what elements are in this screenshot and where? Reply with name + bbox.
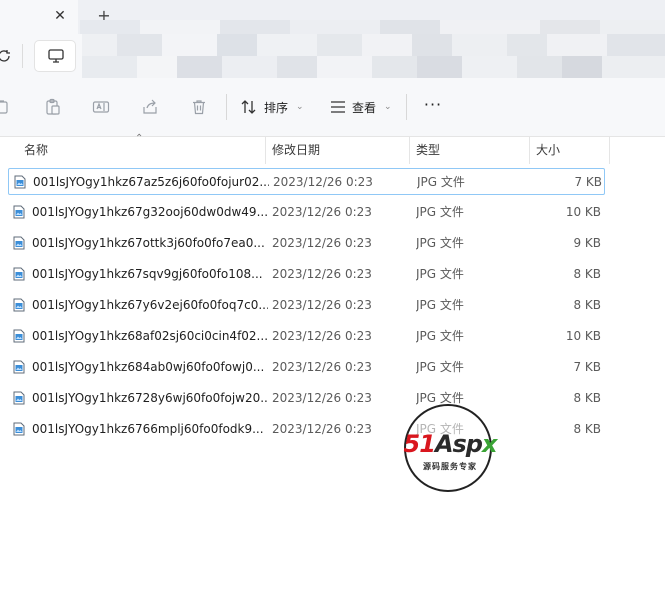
file-size: 8 KB [573,298,601,312]
file-date: 2023/12/26 0:23 [273,175,373,189]
sort-label: 排序 [264,100,289,115]
jpg-file-icon [13,236,25,250]
file-name: 001lsJYOgy1hkz67ottk3j60fo0fo7ea0... [32,236,265,250]
file-type: JPG 文件 [416,360,464,374]
view-button[interactable]: 查看 ⌄ [330,96,392,118]
column-divider[interactable] [609,136,610,164]
column-header-date[interactable]: 修改日期 [266,136,409,164]
jpg-file-icon [13,422,25,436]
sort-button[interactable]: 排序 ⌄ [240,96,304,118]
jpg-file-icon [13,205,25,219]
file-row[interactable]: 001lsJYOgy1hkz67g32ooj60dw0dw49... 2023/1… [8,199,605,226]
column-headers: ⌃ 名称 修改日期 类型 大小 [0,133,665,164]
command-separator [226,94,227,120]
view-list-icon [331,101,345,113]
file-date: 2023/12/26 0:23 [272,329,372,343]
refresh-icon[interactable] [0,48,12,64]
chevron-down-icon: ⌄ [296,102,304,112]
file-row[interactable]: 001lsJYOgy1hkz6766mplj60fo0fodk9... 2023/… [8,416,605,443]
file-row[interactable]: 001lsJYOgy1hkz67y6v2ej60fo0foq7c0... 2023… [8,292,605,319]
nav-separator [22,44,23,68]
file-date: 2023/12/26 0:23 [272,422,372,436]
share-icon[interactable] [141,98,159,116]
file-size: 8 KB [573,391,601,405]
jpg-file-icon [13,360,25,374]
file-row[interactable]: 001lsJYOgy1hkz6728y6wj60fo0fojw20... 2023… [8,385,605,412]
file-date: 2023/12/26 0:23 [272,391,372,405]
file-type: JPG 文件 [416,298,464,312]
file-type: JPG 文件 [416,329,464,343]
watermark-tagline: 源码服务专家 [423,462,477,471]
file-size: 7 KB [573,360,601,374]
copy-icon[interactable] [0,98,10,116]
jpg-file-icon [13,329,25,343]
file-date: 2023/12/26 0:23 [272,267,372,281]
file-name: 001lsJYOgy1hkz67az5z6j60fo0fojur02... [33,175,269,189]
monitor-icon [48,49,64,63]
rename-icon[interactable] [92,98,110,116]
file-row[interactable]: 001lsJYOgy1hkz68af02sj60ci0cin4f02... 202… [8,323,605,350]
blurred-region [80,20,665,34]
command-separator [406,94,407,120]
jpg-file-icon [14,175,26,189]
jpg-file-icon [13,391,25,405]
file-type: JPG 文件 [416,267,464,281]
tab-strip: ✕ + [0,0,665,34]
file-date: 2023/12/26 0:23 [272,360,372,374]
file-size: 7 KB [574,175,602,189]
file-row[interactable]: 001lsJYOgy1hkz684ab0wj60fo0fowj0... 2023/… [8,354,605,381]
file-size: 10 KB [565,329,601,343]
file-row[interactable]: 001lsJYOgy1hkz67az5z6j60fo0fojur02... 202… [8,168,605,195]
blurred-path-region [82,34,665,78]
file-size: 8 KB [573,267,601,281]
address-bar [0,34,665,79]
more-options-button[interactable]: ··· [422,96,444,118]
file-size: 9 KB [573,236,601,250]
paste-icon[interactable] [44,98,62,116]
file-date: 2023/12/26 0:23 [272,236,372,250]
file-name: 001lsJYOgy1hkz67y6v2ej60fo0foq7c0... [32,298,268,312]
file-type: JPG 文件 [416,236,464,250]
file-row[interactable]: 001lsJYOgy1hkz67ottk3j60fo0fo7ea0... 2023… [8,230,605,257]
watermark-brand: 51Aspx [403,430,498,458]
file-date: 2023/12/26 0:23 [272,205,372,219]
jpg-file-icon [13,298,25,312]
file-type: JPG 文件 [416,205,464,219]
command-bar: 排序 ⌄ 查看 ⌄ ··· [0,78,665,137]
file-size: 8 KB [573,422,601,436]
file-row[interactable]: 001lsJYOgy1hkz67sqv9gj60fo0fo108... 2023/… [8,261,605,288]
file-type: JPG 文件 [417,175,465,189]
file-name: 001lsJYOgy1hkz6728y6wj60fo0fojw20... [32,391,268,405]
sort-icon [241,100,256,114]
file-name: 001lsJYOgy1hkz67g32ooj60dw0dw49... [32,205,268,219]
file-name: 001lsJYOgy1hkz67sqv9gj60fo0fo108... [32,267,263,281]
details-pane-button[interactable] [34,40,76,72]
file-date: 2023/12/26 0:23 [272,298,372,312]
view-label: 查看 [352,100,377,115]
jpg-file-icon [13,267,25,281]
watermark-logo: 51Aspx 源码服务专家 [386,404,514,494]
file-size: 10 KB [565,205,601,219]
column-header-size[interactable]: 大小 [530,136,609,164]
file-name: 001lsJYOgy1hkz68af02sj60ci0cin4f02... [32,329,268,343]
delete-icon[interactable] [190,98,208,116]
active-tab[interactable]: ✕ [0,0,78,34]
chevron-down-icon: ⌄ [384,102,392,112]
column-header-name[interactable]: 名称 [18,136,264,164]
file-name: 001lsJYOgy1hkz6766mplj60fo0fodk9... [32,422,264,436]
close-tab-icon[interactable]: ✕ [52,8,68,24]
file-name: 001lsJYOgy1hkz684ab0wj60fo0fowj0... [32,360,265,374]
column-header-type[interactable]: 类型 [410,136,529,164]
